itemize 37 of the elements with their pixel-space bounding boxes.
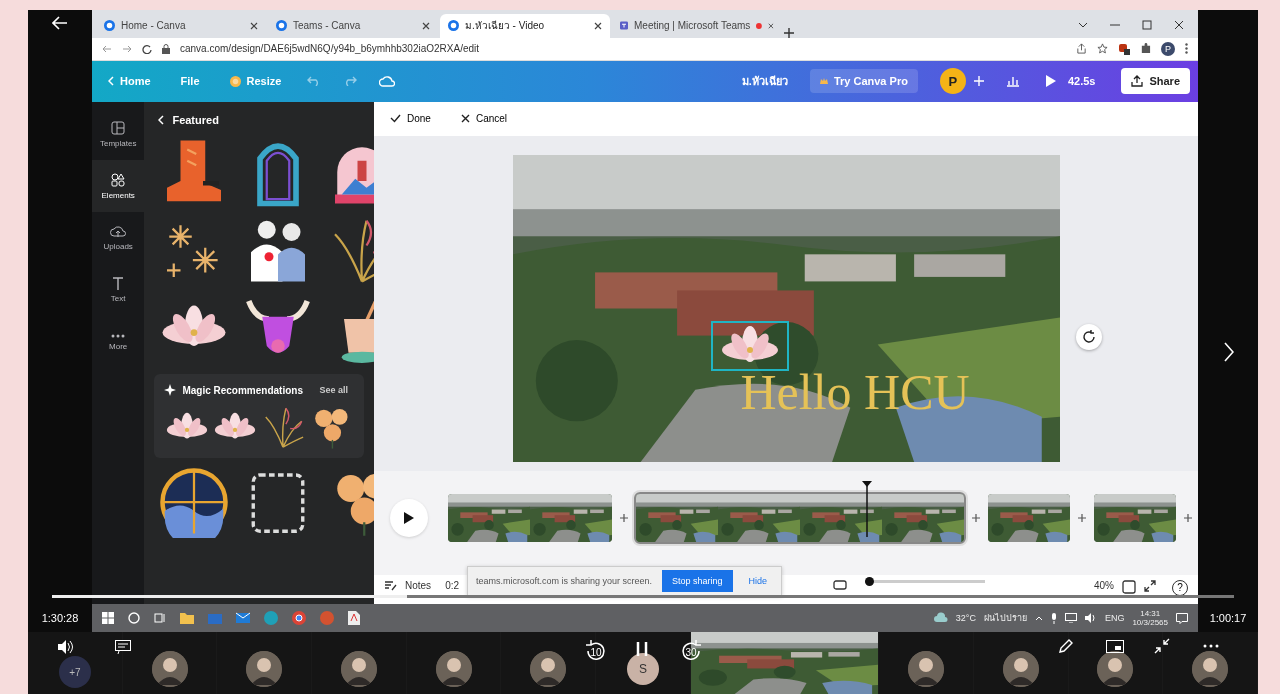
elapsed-time: 1:30:28 bbox=[41, 612, 79, 624]
taskbar-clock[interactable]: 14:31 10/3/2565 bbox=[1132, 609, 1168, 628]
user-avatar[interactable]: P bbox=[939, 68, 966, 95]
temperature: 32°C bbox=[955, 613, 976, 624]
done-button[interactable]: Done bbox=[384, 112, 437, 126]
skip-forward-button[interactable]: 30 bbox=[678, 638, 704, 664]
try-pro-button[interactable]: Try Canva Pro bbox=[809, 69, 918, 94]
share-button[interactable]: Share bbox=[1121, 68, 1190, 95]
cancel-button[interactable]: Cancel bbox=[454, 112, 514, 126]
zoom-level[interactable]: 40% bbox=[1094, 579, 1114, 591]
weather-condition: ฝนไปปราย bbox=[983, 612, 1027, 626]
browser-tab[interactable]: Home - Canva bbox=[96, 13, 266, 38]
see-all-link[interactable]: See all bbox=[313, 384, 354, 397]
playback-time: 0:2 bbox=[445, 579, 460, 591]
skip-back-button[interactable]: 10 bbox=[583, 638, 609, 664]
panel-title: Featured bbox=[172, 114, 219, 127]
more-participants-badge[interactable]: +7 bbox=[58, 656, 91, 688]
browser-tab[interactable]: ม.หัวเฉียว - Video bbox=[440, 13, 610, 38]
notes-label[interactable]: Notes bbox=[405, 579, 432, 591]
sidebar-item[interactable]: Text bbox=[92, 264, 145, 317]
design-title[interactable]: ม.หัวเฉียว bbox=[741, 72, 788, 91]
sidebar-item[interactable]: Templates bbox=[92, 108, 145, 161]
browser-tab[interactable]: Meeting | Microsoft Teams bbox=[612, 13, 782, 38]
browser-tab[interactable]: Teams - Canva bbox=[268, 13, 438, 38]
stop-sharing-button[interactable]: Stop sharing bbox=[662, 570, 733, 593]
sharing-message: teams.microsoft.com is sharing your screen. bbox=[476, 576, 653, 587]
sidebar-item[interactable]: Uploads bbox=[92, 212, 145, 265]
section-title: Magic Recommendations bbox=[182, 384, 303, 396]
play-duration-button[interactable]: 42.5s bbox=[1041, 71, 1100, 92]
hide-button[interactable]: Hide bbox=[742, 575, 774, 588]
remaining-time: 1:00:17 bbox=[1209, 612, 1247, 624]
participant-avatar: S bbox=[626, 653, 659, 685]
sidebar-item[interactable]: More bbox=[92, 316, 145, 369]
profile-avatar[interactable]: P bbox=[1161, 41, 1175, 56]
language-indicator[interactable]: ENG bbox=[1104, 613, 1125, 624]
sidebar-item[interactable]: Elements bbox=[92, 160, 145, 213]
address-bar[interactable]: canva.com/design/DAE6j5wdN6Q/y94b_b6ymhhb302iaO2RXA/edit bbox=[180, 43, 1066, 55]
